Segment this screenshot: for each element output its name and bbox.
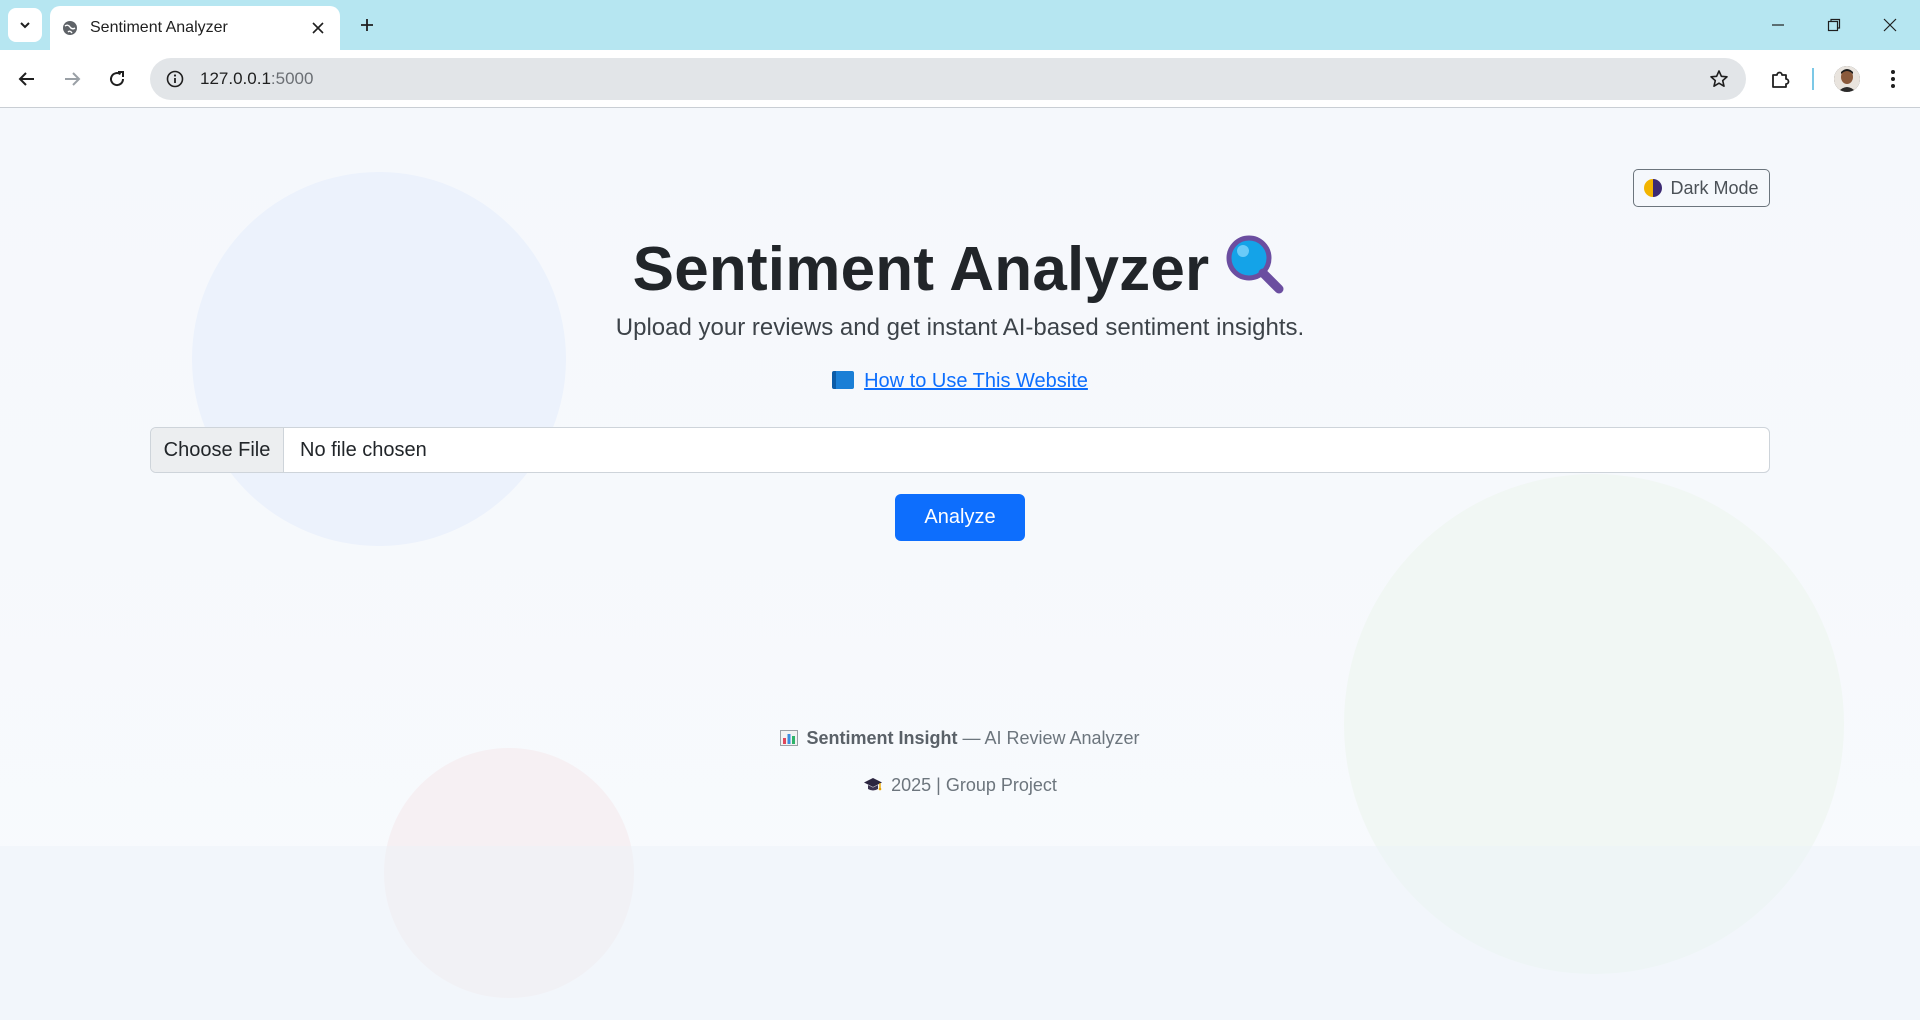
footer-tagline: — AI Review Analyzer — [957, 728, 1140, 748]
magnifier-icon — [1223, 232, 1287, 296]
dark-mode-label: Dark Mode — [1670, 177, 1759, 198]
dark-mode-toggle[interactable]: Dark Mode — [1633, 169, 1770, 207]
book-icon — [832, 371, 855, 389]
footer-credit: 2025 | Group Project — [891, 775, 1057, 795]
file-upload-input[interactable]: Choose File No file chosen — [150, 427, 1770, 473]
browser-tab-strip: Sentiment Analyzer — [0, 0, 1920, 50]
browser-menu-button[interactable] — [1876, 62, 1910, 96]
chevron-down-icon — [20, 22, 30, 29]
how-to-use-link[interactable]: How to Use This Website — [832, 370, 1088, 392]
extensions-button[interactable] — [1764, 62, 1798, 96]
puzzle-icon — [1772, 71, 1790, 88]
choose-file-button[interactable]: Choose File — [151, 428, 284, 472]
page-subtitle: Upload your reviews and get instant AI-b… — [615, 314, 1305, 341]
background-band — [0, 846, 1920, 1020]
back-button[interactable] — [10, 62, 44, 96]
help-link-wrapper: How to Use This Website — [0, 370, 1920, 393]
close-tab-icon[interactable] — [306, 16, 330, 40]
page-title: Sentiment Analyzer — [0, 232, 1920, 305]
page-title-text: Sentiment Analyzer — [632, 235, 1210, 304]
restore-icon — [1827, 18, 1841, 32]
analyze-button[interactable]: Analyze — [895, 494, 1025, 541]
globe-icon — [62, 20, 78, 36]
profile-button[interactable] — [1830, 62, 1864, 96]
url-port: :5000 — [270, 69, 314, 88]
bar-chart-icon — [780, 730, 799, 746]
forward-button[interactable] — [55, 62, 89, 96]
minimize-icon — [1772, 24, 1784, 26]
tab-title: Sentiment Analyzer — [90, 19, 228, 36]
how-to-use-link-text: How to Use This Website — [864, 370, 1088, 392]
close-icon — [1883, 18, 1897, 32]
reload-icon — [110, 71, 125, 87]
footer-brand: Sentiment Insight — [806, 728, 958, 748]
toolbar-divider — [1812, 68, 1814, 90]
page-body: Dark Mode Sentiment Analyzer Upload your… — [0, 108, 1920, 1020]
browser-tab[interactable]: Sentiment Analyzer — [50, 6, 340, 50]
avatar — [1834, 66, 1860, 92]
reload-button[interactable] — [100, 62, 134, 96]
restore-button[interactable] — [1806, 0, 1862, 50]
close-window-button[interactable] — [1862, 0, 1918, 50]
url-host: 127.0.0.1 — [200, 69, 271, 88]
background-circle — [192, 172, 566, 546]
plus-icon — [361, 19, 373, 31]
site-info-icon[interactable] — [164, 68, 186, 90]
minimize-button[interactable] — [1750, 0, 1806, 50]
graduation-cap-icon — [863, 777, 883, 793]
footer-brand-line: Sentiment Insight — AI Review Analyzer — [0, 728, 1920, 749]
arrow-right-icon — [65, 72, 81, 86]
kebab-menu-icon — [1891, 70, 1895, 88]
browser-toolbar: 127.0.0.1:5000 — [0, 50, 1920, 108]
half-moon-icon — [1644, 179, 1663, 197]
footer-credit-line: 2025 | Group Project — [0, 775, 1920, 796]
tab-search-button[interactable] — [8, 8, 42, 42]
file-status-text: No file chosen — [300, 438, 427, 461]
address-bar[interactable]: 127.0.0.1:5000 — [150, 58, 1746, 100]
arrow-left-icon — [18, 72, 34, 86]
url-text: 127.0.0.1:5000 — [200, 69, 1706, 89]
bookmark-star-icon[interactable] — [1706, 66, 1732, 92]
new-tab-button[interactable] — [352, 10, 382, 40]
